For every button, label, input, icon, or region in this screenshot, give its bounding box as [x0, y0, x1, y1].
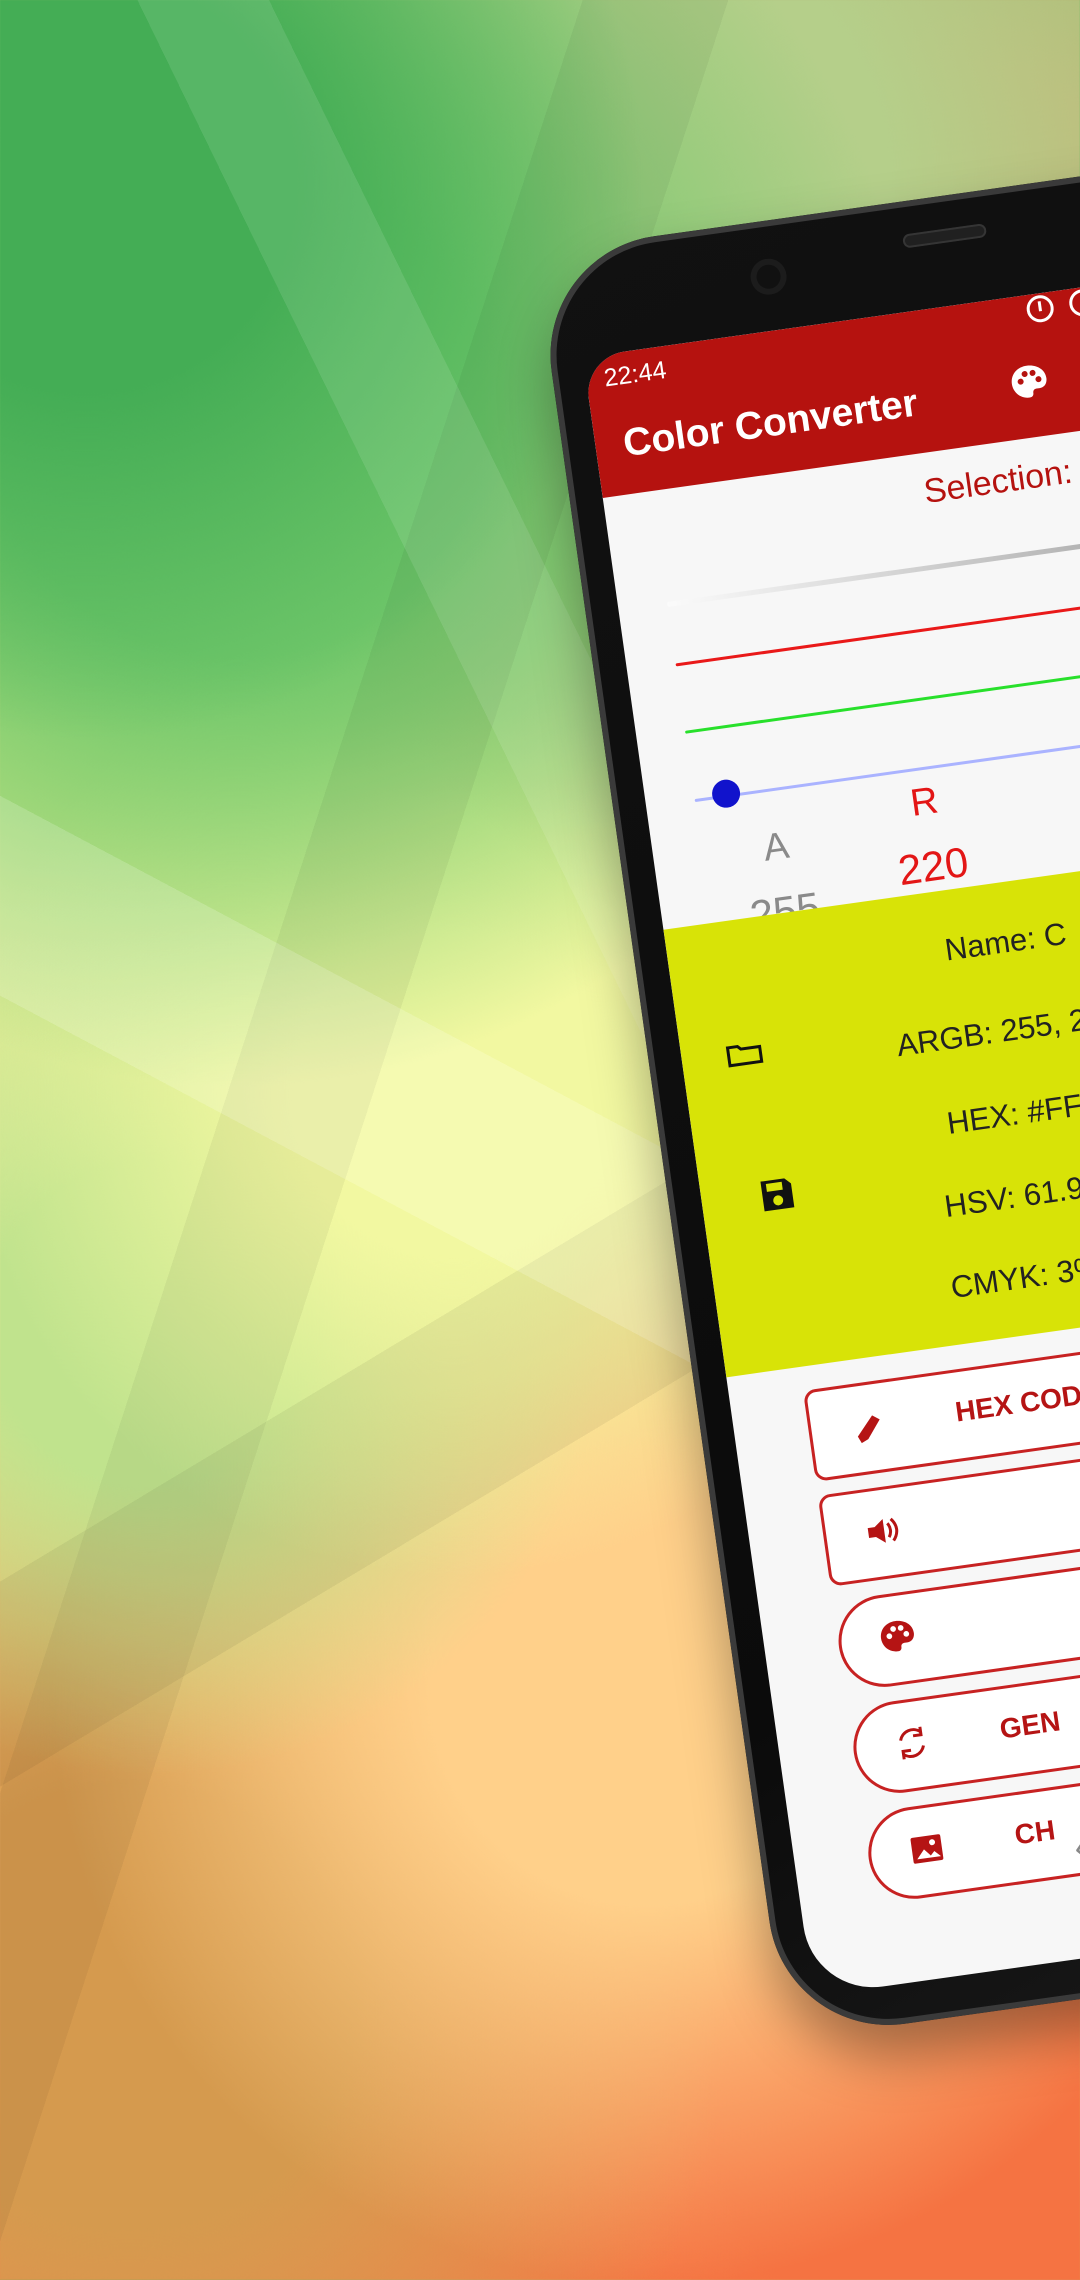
front-camera-icon — [748, 256, 789, 298]
folder-icon[interactable] — [725, 1038, 764, 1068]
alpha-label: A — [760, 824, 792, 870]
green-slider-track[interactable] — [684, 622, 1080, 734]
app-screen: 22:44 Color Converter Selection: A 255 R… — [582, 261, 1080, 1997]
speaker-icon — [867, 1517, 899, 1543]
blue-slider-track[interactable] — [694, 690, 1080, 803]
refresh-icon — [899, 1726, 925, 1760]
image-icon — [910, 1834, 944, 1864]
change-label: CH — [1012, 1814, 1058, 1851]
data-saver-icon — [1067, 287, 1080, 318]
speaker-grille — [902, 223, 988, 249]
selection-title: Selection: — [921, 452, 1075, 511]
pencil-icon — [857, 1415, 880, 1444]
blue-slider-thumb[interactable] — [710, 777, 742, 810]
status-icons — [1024, 287, 1080, 324]
status-time: 22:44 — [602, 356, 669, 393]
generate-label: GEN — [997, 1705, 1063, 1745]
alpha-slider-track[interactable] — [666, 493, 1080, 607]
palette-icon[interactable] — [1006, 360, 1051, 405]
palette-icon — [880, 1620, 914, 1652]
red-label: R — [907, 779, 941, 825]
phone-frame: 22:44 Color Converter Selection: A 255 R… — [535, 147, 1080, 2041]
app-title: Color Converter — [620, 381, 921, 466]
red-channel: R 220 — [887, 778, 972, 895]
save-icon[interactable] — [757, 1174, 798, 1215]
red-value: 220 — [895, 837, 972, 895]
alarm-icon — [1024, 293, 1056, 324]
hex-code-label: HEX CODE — [953, 1376, 1080, 1428]
